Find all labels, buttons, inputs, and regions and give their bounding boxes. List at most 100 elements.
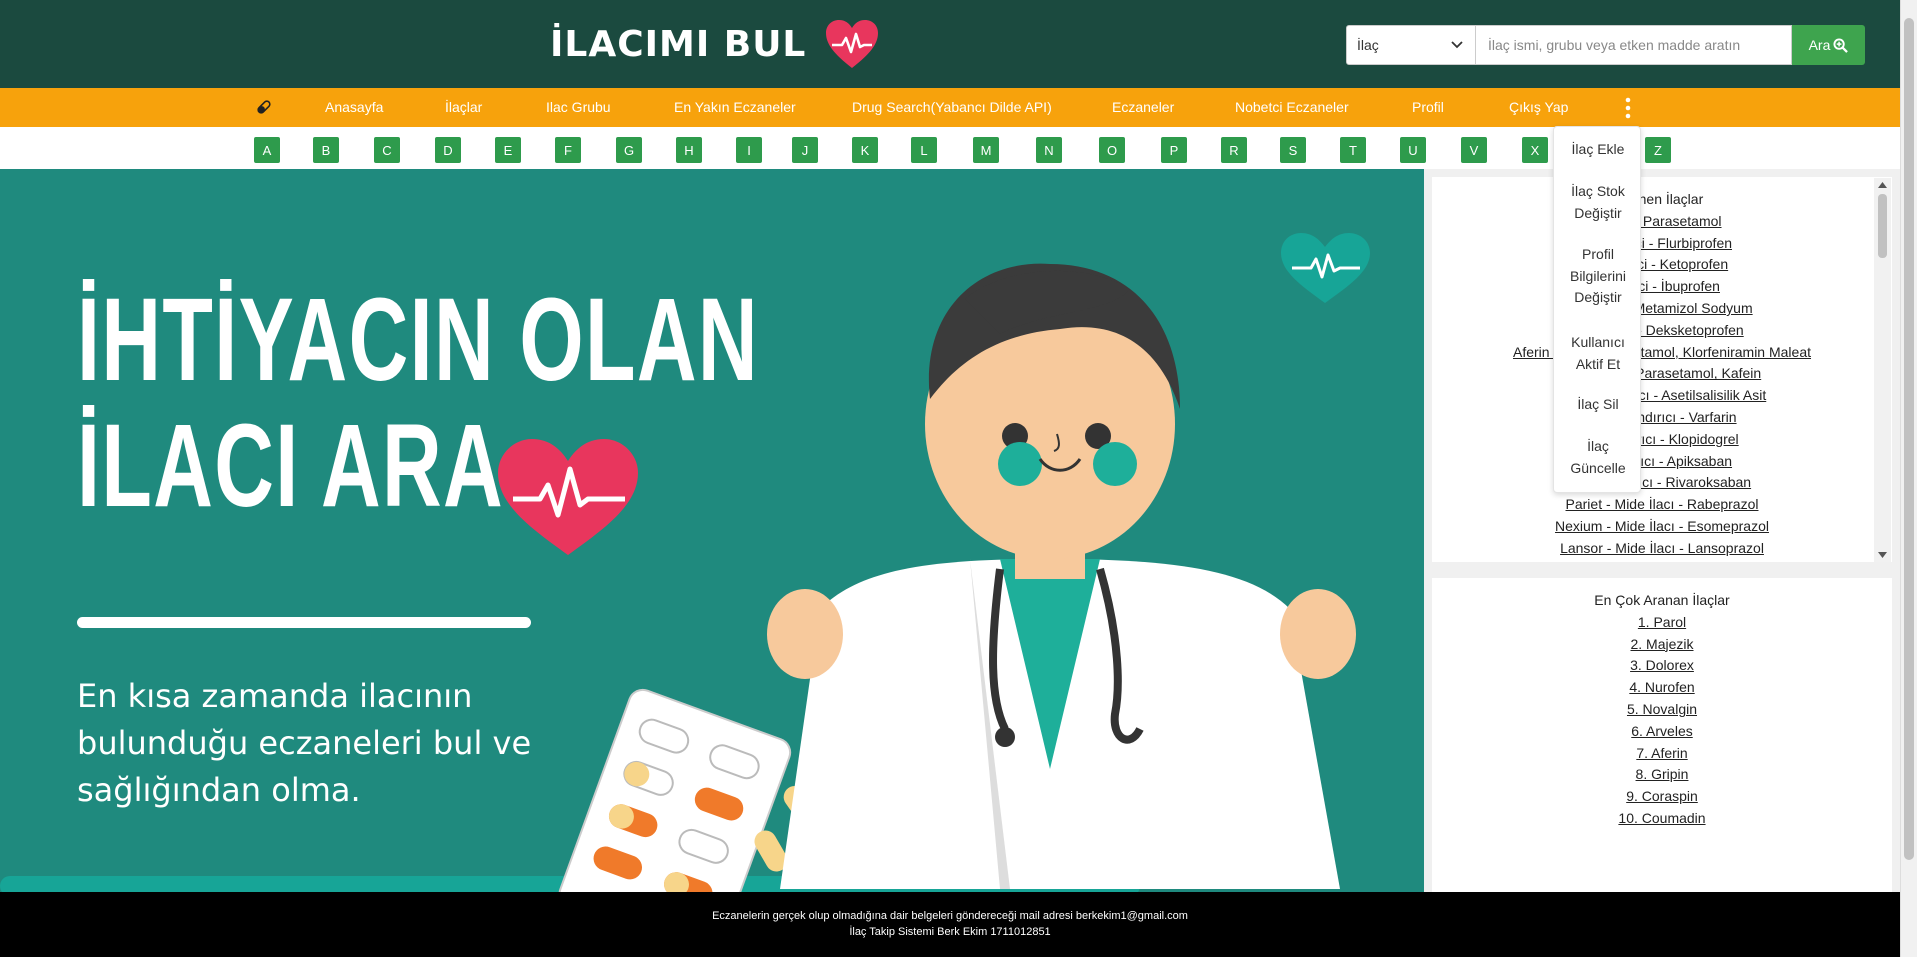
recent-drug-link[interactable]: Arv esici - Deksketoprofen — [1432, 320, 1892, 342]
letter-button-c[interactable]: C — [374, 137, 400, 163]
dropdown-item-label: İlaç Stok — [1571, 183, 1625, 199]
letter-button-p[interactable]: P — [1161, 137, 1187, 163]
most-searched-list: En Çok Aranan İlaçlar 1. Parol 2. Majezik… — [1432, 590, 1892, 830]
letter-button-a[interactable]: A — [254, 137, 280, 163]
recent-drug-link[interactable]: Lansor - Mide İlacı - Lansoprazol — [1432, 538, 1892, 560]
page-scrollbar[interactable] — [1900, 0, 1917, 957]
dropdown-item-label: Değiştir — [1574, 289, 1622, 305]
most-searched-link[interactable]: 9. Coraspin — [1432, 786, 1892, 808]
hero-divider — [77, 617, 531, 628]
dropdown-item[interactable]: İlaç Sil — [1554, 394, 1642, 416]
dropdown-item-label: Profil — [1582, 246, 1614, 262]
scroll-down-icon[interactable] — [1878, 552, 1887, 558]
recent-drug-link[interactable]: Co Sulandırıcı - Varfarin — [1432, 407, 1892, 429]
most-searched-link[interactable]: 5. Novalgin — [1432, 699, 1892, 721]
most-searched-link[interactable]: 7. Aferin — [1432, 743, 1892, 765]
recent-drug-link[interactable]: Corasp ındırıcı - Asetilsalisilik Asit — [1432, 385, 1892, 407]
most-searched-title: En Çok Aranan İlaçlar — [1594, 592, 1730, 608]
nav-item-profil[interactable]: Profil — [1412, 88, 1444, 127]
dropdown-item-label: Aktif Et — [1575, 355, 1621, 372]
recent-drug-link[interactable]: Nova ici - Metamizol Sodyum — [1432, 298, 1892, 320]
letter-button-v[interactable]: V — [1461, 137, 1487, 163]
scroll-up-icon[interactable] — [1878, 182, 1887, 188]
letter-button-g[interactable]: G — [616, 137, 642, 163]
letter-button-m[interactable]: M — [973, 137, 999, 163]
nav-item-ilaclar[interactable]: İlaçlar — [445, 88, 482, 127]
app: İLACIMI BUL İlaç Ara Anasayfa İlaçlar Il… — [0, 0, 1917, 957]
letter-button-n[interactable]: N — [1036, 137, 1062, 163]
letter-button-f[interactable]: F — [555, 137, 581, 163]
more-vertical-icon[interactable] — [1618, 96, 1638, 120]
recent-drug-link[interactable]: D Kesici - Ketoprofen — [1432, 254, 1892, 276]
search-bar: İlaç Ara — [1346, 25, 1865, 65]
recent-drug-link[interactable]: Aferin - Soğuk arasetamol, Klorfeniramin… — [1432, 342, 1892, 364]
letter-button-u[interactable]: U — [1400, 137, 1426, 163]
letter-button-o[interactable]: O — [1099, 137, 1125, 163]
most-searched-link[interactable]: 2. Majezik — [1432, 634, 1892, 656]
logo[interactable]: İLACIMI BUL — [550, 20, 880, 68]
letter-button-x[interactable]: X — [1522, 137, 1548, 163]
page-scroll-thumb[interactable] — [1904, 18, 1914, 860]
recent-panel-scrollbar[interactable] — [1874, 178, 1891, 562]
recent-drug-link[interactable]: Pla andırıcı - Klopidogrel — [1432, 429, 1892, 451]
letter-button-b[interactable]: B — [313, 137, 339, 163]
most-searched-panel: En Çok Aranan İlaçlar 1. Parol 2. Majezik… — [1432, 578, 1892, 892]
most-searched-link[interactable]: 6. Arveles — [1432, 721, 1892, 743]
recent-drug-link[interactable]: Gripin lığı - Parasetamol, Kafein — [1432, 363, 1892, 385]
dropdown-item[interactable]: İlaç Stok Değiştir — [1554, 181, 1642, 224]
most-searched-link[interactable]: 3. Dolorex — [1432, 655, 1892, 677]
recent-drug-link[interactable]: esici - Parasetamol — [1432, 211, 1892, 233]
dropdown-item[interactable]: İlaç Ekle — [1554, 139, 1642, 161]
search-button[interactable]: Ara — [1792, 25, 1865, 65]
dropdown-item-label: İlaç Ekle — [1571, 141, 1625, 157]
nav-item-ilac-grubu[interactable]: Ilac Grubu — [546, 88, 611, 127]
search-button-label: Ara — [1808, 37, 1831, 53]
nav-item-eczaneler[interactable]: Eczaneler — [1112, 88, 1174, 127]
letter-button-l[interactable]: L — [911, 137, 937, 163]
footer-line1: Eczanelerin gerçek olup olmadığına dair … — [712, 910, 1188, 922]
letter-button-j[interactable]: J — [792, 137, 818, 163]
dropdown-item[interactable]: Kullanıcı Aktif Et — [1554, 332, 1642, 375]
letter-button-e[interactable]: E — [495, 137, 521, 163]
letter-button-d[interactable]: D — [435, 137, 461, 163]
recent-drug-link[interactable]: El andırıcı - Apiksaban — [1432, 451, 1892, 473]
hero-banner: İHTİYACIN OLAN İLACI ARA En kısa zamanda… — [0, 169, 1424, 892]
letter-button-h[interactable]: H — [676, 137, 702, 163]
nav-item-anasayfa[interactable]: Anasayfa — [325, 88, 383, 127]
most-searched-link[interactable]: 4. Nurofen — [1432, 677, 1892, 699]
hero-title-line1: İHTİYACIN OLAN — [77, 274, 759, 406]
nav-item-cikis-yap[interactable]: Çıkış Yap — [1509, 88, 1568, 127]
nav-item-en-yakin-eczaneler[interactable]: En Yakın Eczaneler — [674, 88, 796, 127]
recent-drug-link[interactable]: l Kesici - İbuprofen — [1432, 276, 1892, 298]
hero-subtitle: En kısa zamanda ilacının bulunduğu eczan… — [77, 677, 532, 809]
logo-text: İLACIMI BUL — [550, 23, 807, 65]
dropdown-item-label: İlaç Sil — [1577, 396, 1619, 412]
hero-title-line2: İLACI ARA — [77, 400, 505, 532]
most-searched-link[interactable]: 1. Parol — [1432, 612, 1892, 634]
recent-drug-link[interactable]: Xare andırıcı - Rivaroksaban — [1432, 472, 1892, 494]
scroll-thumb[interactable] — [1878, 194, 1887, 258]
search-input[interactable] — [1476, 25, 1792, 65]
most-searched-link[interactable]: 8. Gripin — [1432, 764, 1892, 786]
letter-button-r[interactable]: R — [1221, 137, 1247, 163]
letter-button-k[interactable]: K — [852, 137, 878, 163]
letter-button-i[interactable]: I — [736, 137, 762, 163]
header: İLACIMI BUL İlaç Ara — [0, 0, 1900, 88]
most-searched-link[interactable]: 10. Coumadin — [1432, 808, 1892, 830]
capsule-icon[interactable] — [255, 98, 273, 116]
letter-button-s[interactable]: S — [1280, 137, 1306, 163]
nav-item-drug-search[interactable]: Drug Search(Yabancı Dilde API) — [852, 88, 1052, 127]
recent-drugs-panel: klenen İlaçlar esici - Parasetamol M Kesi… — [1432, 177, 1892, 562]
search-type-select[interactable]: İlaç — [1346, 25, 1476, 65]
dropdown-item[interactable]: İlaç Güncelle — [1554, 436, 1642, 479]
dropdown-item[interactable]: Profil Bilgilerini Değiştir — [1554, 244, 1642, 309]
heart-icon — [826, 20, 879, 68]
nav-item-nobetci-eczaneler[interactable]: Nobetci Eczaneler — [1235, 88, 1349, 127]
search-plus-icon — [1833, 37, 1849, 53]
letter-button-t[interactable]: T — [1340, 137, 1366, 163]
recent-drug-link[interactable]: Pariet - Mide İlacı - Rabeprazol — [1432, 494, 1892, 516]
recent-drug-link[interactable]: Nexium - Mide İlacı - Esomeprazol — [1432, 516, 1892, 538]
footer: Eczanelerin gerçek olup olmadığına dair … — [0, 892, 1900, 957]
letter-button-z[interactable]: Z — [1645, 137, 1671, 163]
recent-drug-link[interactable]: M Kesici - Flurbiprofen — [1432, 233, 1892, 255]
